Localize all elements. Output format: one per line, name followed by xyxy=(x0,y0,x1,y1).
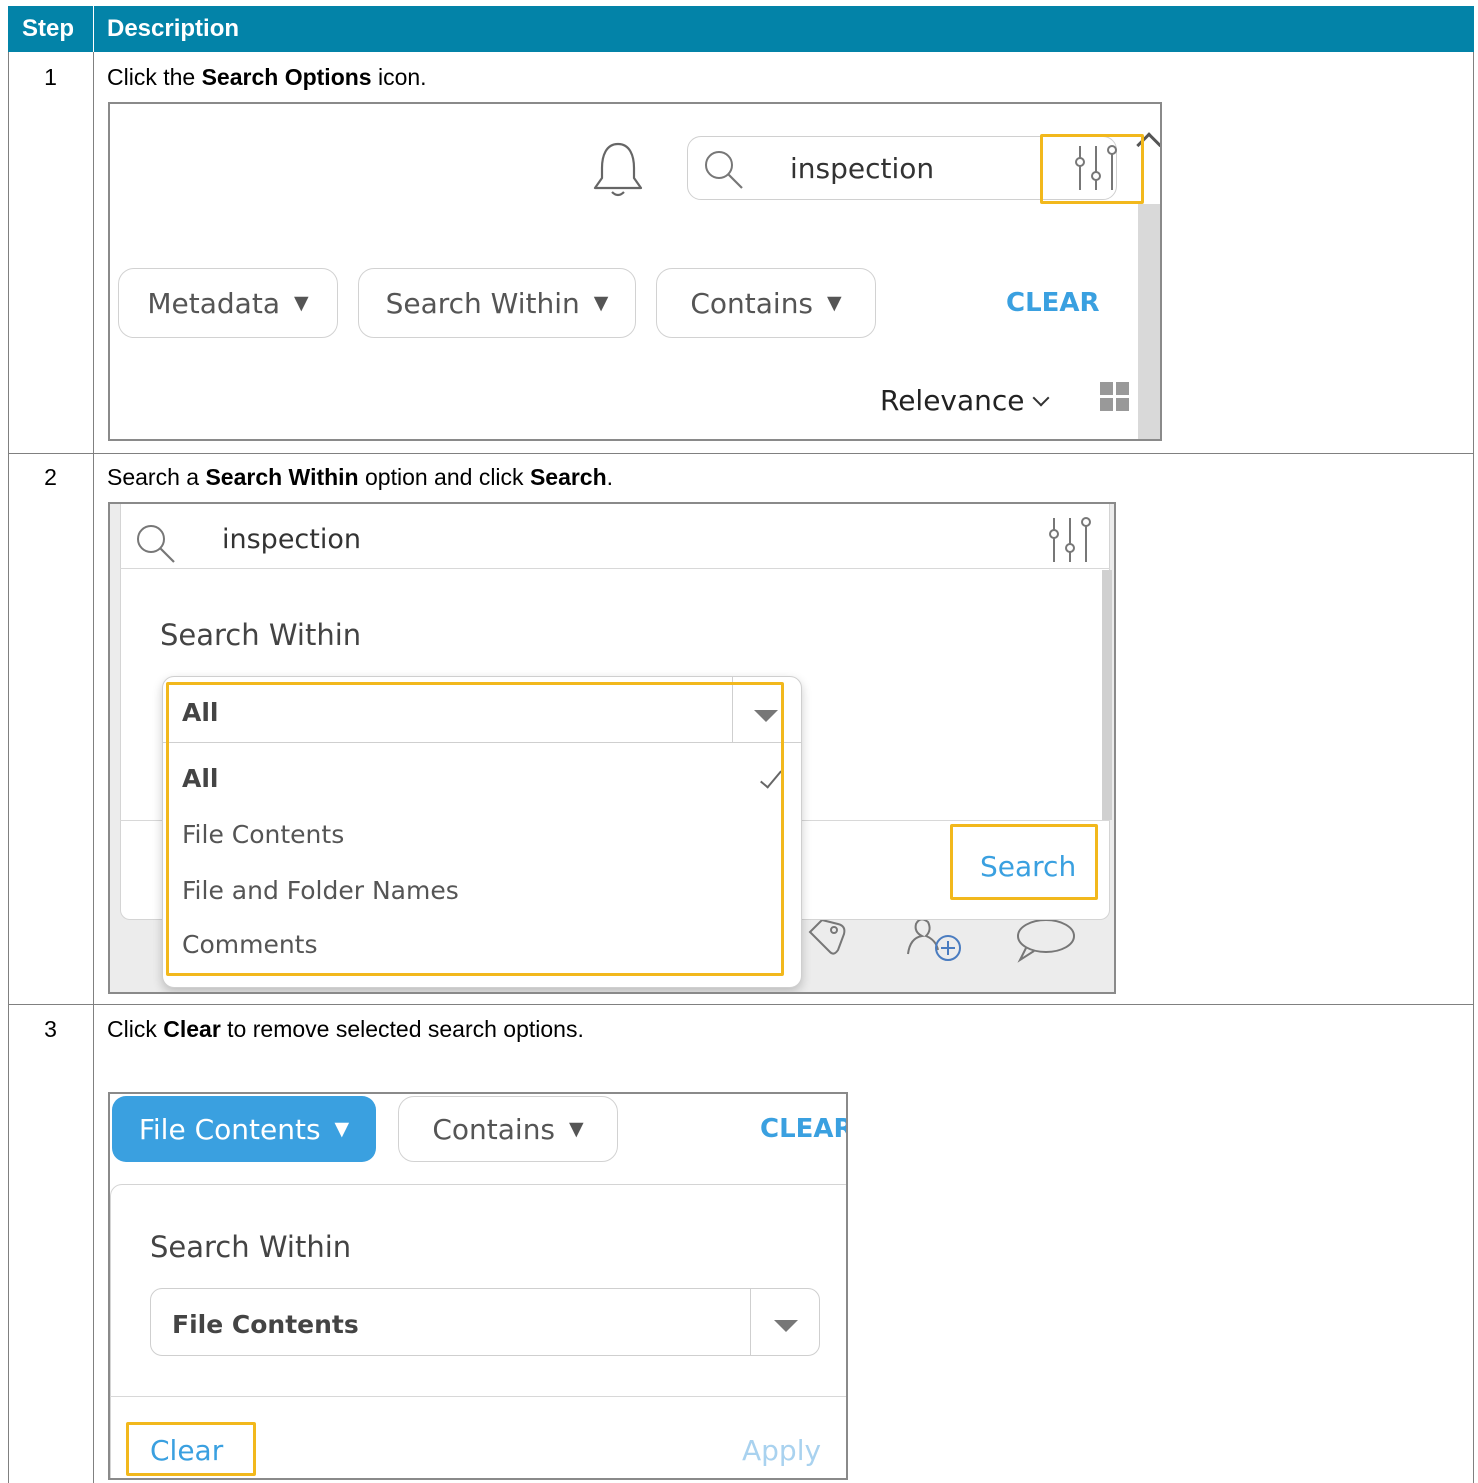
step-description: Click the Search Options icon. xyxy=(107,64,427,90)
search-input[interactable]: inspection xyxy=(790,152,934,185)
highlight-box xyxy=(166,682,784,976)
panel-divider xyxy=(120,568,1110,569)
add-user-icon xyxy=(907,918,961,961)
contains-filter[interactable]: Contains ▼ xyxy=(398,1096,618,1162)
table-border-right xyxy=(1473,52,1474,1483)
scrollbar[interactable] xyxy=(1138,204,1160,439)
screenshot-clear-options: File Contents ▼ Contains ▼ CLEAR Search Wi… xyxy=(108,1092,848,1480)
bell-icon[interactable] xyxy=(590,140,646,198)
scrollbar[interactable] xyxy=(1102,570,1112,820)
table-border-middle xyxy=(93,52,94,1483)
search-options-icon[interactable] xyxy=(1072,142,1120,194)
header-step: Step xyxy=(22,15,75,42)
search-input[interactable]: inspection xyxy=(222,524,361,555)
panel-footer-divider xyxy=(110,1396,846,1397)
table-header: Step Description xyxy=(8,6,1474,52)
file-contents-filter[interactable]: File Contents ▼ xyxy=(112,1096,376,1162)
grid-view-icon[interactable] xyxy=(1100,382,1130,412)
step-number: 3 xyxy=(44,1016,57,1042)
row-divider-2 xyxy=(8,1004,1474,1005)
caret-down-icon[interactable] xyxy=(774,1320,798,1332)
header-divider xyxy=(93,6,94,52)
search-icon xyxy=(137,525,175,563)
metadata-filter[interactable]: Metadata ▼ xyxy=(118,268,338,338)
search-options-icon[interactable] xyxy=(1046,514,1094,566)
step-description: Click Clear to remove selected search op… xyxy=(107,1016,584,1042)
clear-link[interactable]: CLEAR xyxy=(760,1114,846,1144)
clear-button[interactable]: Clear xyxy=(150,1434,223,1467)
section-title: Search Within xyxy=(160,618,362,652)
section-title: Search Within xyxy=(150,1230,352,1264)
dropdown-separator xyxy=(750,1288,751,1356)
chevron-down-icon xyxy=(1032,389,1050,406)
comment-icon xyxy=(1017,919,1075,963)
dropdown-selected-value: File Contents xyxy=(172,1310,359,1339)
row-divider-1 xyxy=(8,453,1474,454)
apply-button[interactable]: Apply xyxy=(742,1434,821,1467)
caret-down-icon: ▼ xyxy=(827,292,842,314)
caret-down-icon: ▼ xyxy=(293,292,309,314)
caret-down-icon: ▼ xyxy=(593,292,609,314)
search-within-filter[interactable]: Search Within ▼ xyxy=(358,268,636,338)
search-button[interactable]: Search xyxy=(980,850,1076,883)
caret-down-icon: ▼ xyxy=(334,1118,350,1140)
caret-down-icon: ▼ xyxy=(569,1118,584,1140)
sort-dropdown[interactable]: Relevance xyxy=(880,384,1050,417)
contains-filter[interactable]: Contains ▼ xyxy=(656,268,876,338)
screenshot-search-within-dropdown: inspection Search Within All All File Co… xyxy=(108,502,1116,994)
table-border-left xyxy=(8,52,9,1483)
step-number: 2 xyxy=(44,464,57,490)
header-description: Description xyxy=(107,15,240,42)
clear-link[interactable]: CLEAR xyxy=(1006,288,1100,318)
search-icon xyxy=(705,151,743,189)
screenshot-search-bar: inspection Metadata ▼ Search Within ▼ Cont… xyxy=(108,102,1162,441)
step-number: 1 xyxy=(44,64,57,90)
tag-icon xyxy=(808,918,846,955)
step-description: Search a Search Within option and click … xyxy=(107,464,614,490)
